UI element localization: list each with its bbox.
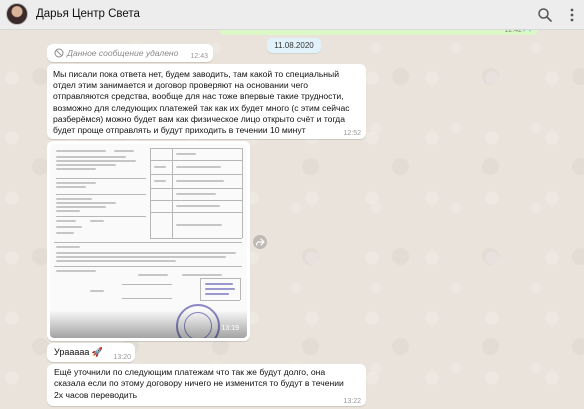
contact-avatar[interactable] (6, 3, 28, 25)
message-text: Мы писали пока ответа нет, будем заводит… (53, 69, 350, 136)
chat-header: Дарья Центр Света (0, 0, 584, 30)
image-message[interactable]: 13:19 (47, 141, 250, 341)
message-time: 13:22 (343, 398, 361, 405)
document-photo[interactable]: 13:19 (50, 144, 247, 338)
contact-name[interactable]: Дарья Центр Света (36, 8, 140, 20)
ban-icon (54, 48, 64, 58)
date-separator: 11.08.2020 (267, 38, 321, 53)
message-time: 12:43 (190, 53, 208, 60)
message-time: 12:52 (343, 130, 361, 137)
message-text: Ещё уточнили по следующим платежам что т… (54, 367, 344, 400)
forward-button[interactable] (253, 235, 267, 249)
deleted-message[interactable]: Данное сообщение удалено 12:43 (47, 44, 213, 62)
message-text: Урааааа 🚀 (54, 347, 104, 357)
search-icon[interactable] (537, 7, 553, 23)
incoming-message[interactable]: Мы писали пока ответа нет, будем заводит… (47, 64, 366, 139)
incoming-message[interactable]: Урааааа 🚀 13:20 (47, 343, 135, 362)
deleted-message-text: Данное сообщение удалено (67, 48, 179, 58)
message-time: 13:19 (221, 325, 239, 332)
menu-icon[interactable] (564, 7, 580, 23)
forward-icon (255, 238, 265, 246)
incoming-message[interactable]: Ещё уточнили по следующим платежам что т… (47, 364, 366, 406)
message-time: 13:20 (113, 354, 131, 361)
